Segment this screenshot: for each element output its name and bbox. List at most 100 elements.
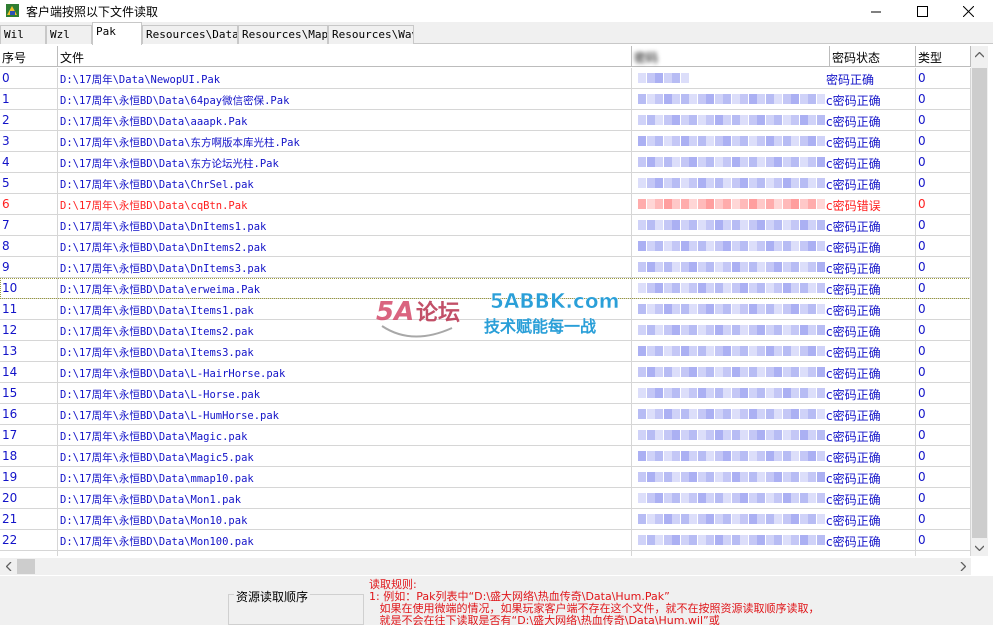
column-header-type[interactable]: 类型 <box>916 46 971 67</box>
table-row[interactable]: 11 D:\17周年\永恒BD\Data\Items1.pak c密码正确 0 <box>0 299 971 320</box>
column-header-index[interactable]: 序号 <box>0 46 58 67</box>
table-row[interactable]: 18 D:\17周年\永恒BD\Data\Magic5.pak c密码正确 0 <box>0 446 971 467</box>
cell-file-path: D:\17周年\永恒BD\Data\Magic.pak <box>58 425 632 446</box>
tab-resources-wav[interactable]: Resources\Wav <box>328 25 414 44</box>
cell-password-status: c密码正确 <box>824 278 916 299</box>
cell-index: 18 <box>0 446 58 467</box>
cell-file-path: D:\17周年\永恒BD\Data\Mon100.pak <box>58 530 632 551</box>
table-row[interactable]: 13 D:\17周年\永恒BD\Data\Items3.pak c密码正确 0 <box>0 341 971 362</box>
scroll-down-button[interactable] <box>971 539 988 556</box>
table-row[interactable]: 16 D:\17周年\永恒BD\Data\L-HumHorse.pak c密码正确 0 <box>0 404 971 425</box>
cell-index: 7 <box>0 215 58 236</box>
cell-password-status: c密码正确 <box>824 488 916 509</box>
table-row[interactable]: 0 D:\17周年\Data\NewopUI.Pak 密码正确 0 <box>0 68 971 89</box>
table-row[interactable]: 3 D:\17周年\永恒BD\Data\东方啊版本库光柱.Pak c密码正确 0 <box>0 131 971 152</box>
cell-type: 0 <box>916 425 971 446</box>
cell-file-path: D:\17周年\永恒BD\Data\aaapk.Pak <box>58 110 632 131</box>
table-row[interactable]: 12 D:\17周年\永恒BD\Data\Items2.pak c密码正确 0 <box>0 320 971 341</box>
cell-type: 0 <box>916 89 971 110</box>
tab-resources-map[interactable]: Resources\Map <box>238 25 328 44</box>
cell-type: 0 <box>916 68 971 89</box>
cell-file-path: D:\17周年\永恒BD\Data\Items1.pak <box>58 299 632 320</box>
cell-type: 0 <box>916 362 971 383</box>
table-row[interactable]: 15 D:\17周年\永恒BD\Data\L-Horse.pak c密码正确 0 <box>0 383 971 404</box>
cell-type: 0 <box>916 341 971 362</box>
cell-type: 0 <box>916 152 971 173</box>
table-row[interactable]: 4 D:\17周年\永恒BD\Data\东方论坛光柱.Pak c密码正确 0 <box>0 152 971 173</box>
cell-password-status: c密码正确 <box>824 173 916 194</box>
cell-password-obscured <box>632 509 825 529</box>
table-row[interactable]: 19 D:\17周年\永恒BD\Data\mmap10.pak c密码正确 0 <box>0 467 971 488</box>
cell-type: 0 <box>916 278 971 299</box>
cell-password-obscured <box>632 257 825 277</box>
cell-password-status: c密码正确 <box>824 299 916 320</box>
cell-password-obscured <box>632 68 824 88</box>
table-row[interactable]: 17 D:\17周年\永恒BD\Data\Magic.pak c密码正确 0 <box>0 425 971 446</box>
tab-pak[interactable]: Pak <box>92 22 142 45</box>
table-row[interactable]: 20 D:\17周年\永恒BD\Data\Mon1.pak c密码正确 0 <box>0 488 971 509</box>
table-row[interactable]: 10 D:\17周年\永恒BD\Data\erweima.Pak c密码正确 0 <box>0 278 971 299</box>
cell-type: 0 <box>916 236 971 257</box>
cell-password-obscured <box>632 551 824 556</box>
cell-password-obscured <box>632 110 825 130</box>
cell-index: 19 <box>0 467 58 488</box>
tab-resources-data[interactable]: Resources\Data <box>142 25 238 44</box>
cell-password-obscured <box>632 530 825 550</box>
table-row[interactable]: 2 D:\17周年\永恒BD\Data\aaapk.Pak c密码正确 0 <box>0 110 971 131</box>
cell-password-obscured <box>632 425 825 445</box>
table-row[interactable]: 7 D:\17周年\永恒BD\Data\DnItems1.pak c密码正确 0 <box>0 215 971 236</box>
tab-wil[interactable]: Wil <box>0 25 46 44</box>
table-row[interactable]: 8 D:\17周年\永恒BD\Data\DnItems2.pak c密码正确 0 <box>0 236 971 257</box>
vertical-scroll-thumb[interactable] <box>972 68 987 538</box>
cell-file-path: D:\17周年\永恒BD\Data\L-Horse.pak <box>58 383 632 404</box>
table-row[interactable]: D:\17周年\永恒BD\Data\Mon101.pak c密码正确0 <box>0 551 971 556</box>
table-row[interactable]: 22 D:\17周年\永恒BD\Data\Mon100.pak c密码正确 0 <box>0 530 971 551</box>
cell-index: 20 <box>0 488 58 509</box>
cell-password-obscured <box>632 446 825 466</box>
cell-password-status: c密码正确 <box>824 446 916 467</box>
app-icon <box>6 4 19 17</box>
cell-password-status: c密码正确 <box>824 383 916 404</box>
cell-file-path: D:\17周年\永恒BD\Data\ChrSel.pak <box>58 173 632 194</box>
column-header-file[interactable]: 文件 <box>58 46 632 67</box>
tab-wzl[interactable]: Wzl <box>46 25 92 44</box>
table-row[interactable]: 6 D:\17周年\永恒BD\Data\cqBtn.Pak c密码错误 0 <box>0 194 971 215</box>
cell-file-path: D:\17周年\永恒BD\Data\erweima.Pak <box>58 278 632 299</box>
pak-file-grid[interactable]: 序号 文件 密码 密码状态 类型 0 D:\17周年\Data\NewopUI.P… <box>0 46 971 556</box>
cell-type: 0 <box>916 131 971 152</box>
cell-password-status: c密码正确 <box>824 236 916 257</box>
table-row[interactable]: 14 D:\17周年\永恒BD\Data\L-HairHorse.pak c密码正确… <box>0 362 971 383</box>
scroll-up-button[interactable] <box>971 46 988 63</box>
cell-type: 0 <box>916 110 971 131</box>
cell-password-status: c密码正确 <box>824 551 916 556</box>
column-header-password[interactable]: 密码 <box>632 46 830 67</box>
table-row[interactable]: 5 D:\17周年\永恒BD\Data\ChrSel.pak c密码正确 0 <box>0 173 971 194</box>
cell-password-obscured <box>632 236 825 256</box>
column-header-password-label: 密码 <box>634 51 659 65</box>
rules-line: 就是不会在往下读取是否有“D:\盛大网络\热血传奇\Data\Hum.wil”或 <box>369 614 720 625</box>
cell-index: 3 <box>0 131 58 152</box>
table-row[interactable]: 1 D:\17周年\永恒BD\Data\64pay微信密保.Pak c密码正确 0 <box>0 89 971 110</box>
cell-password-obscured <box>632 89 825 109</box>
cell-index: 17 <box>0 425 58 446</box>
maximize-button[interactable] <box>899 0 945 22</box>
table-row[interactable]: 21 D:\17周年\永恒BD\Data\Mon10.pak c密码正确 0 <box>0 509 971 530</box>
scroll-left-button[interactable] <box>0 558 17 575</box>
scroll-right-button[interactable] <box>954 558 971 575</box>
cell-file-path: D:\17周年\永恒BD\Data\东方啊版本库光柱.Pak <box>58 131 632 152</box>
cell-password-obscured <box>632 152 825 172</box>
cell-type: 0 <box>916 215 971 236</box>
minimize-button[interactable] <box>853 0 899 22</box>
cell-password-status: c密码正确 <box>824 110 916 131</box>
cell-type: 0 <box>916 173 971 194</box>
vertical-scrollbar[interactable] <box>971 46 988 556</box>
cell-password-status: c密码正确 <box>824 530 916 551</box>
cell-index: 8 <box>0 236 58 257</box>
cell-password-status: c密码正确 <box>824 131 916 152</box>
cell-index: 12 <box>0 320 58 341</box>
table-row[interactable]: 9 D:\17周年\永恒BD\Data\DnItems3.pak c密码正确 0 <box>0 257 971 278</box>
horizontal-scrollbar[interactable] <box>0 558 971 575</box>
horizontal-scroll-thumb[interactable] <box>17 559 35 574</box>
close-button[interactable] <box>945 0 991 22</box>
column-header-password-status[interactable]: 密码状态 <box>830 46 916 67</box>
